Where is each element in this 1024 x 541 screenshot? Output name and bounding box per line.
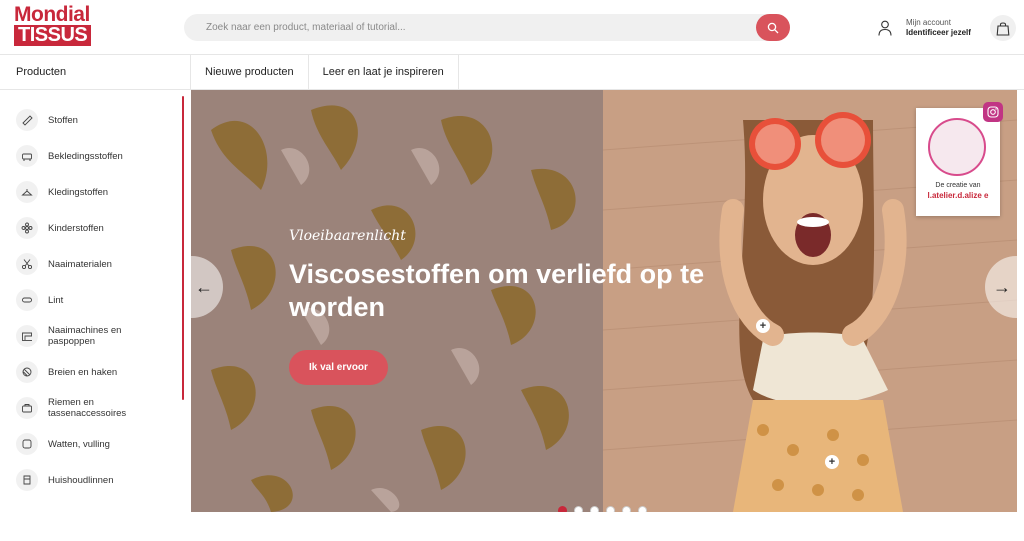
creator-card[interactable]: De creatie van l.atelier.d.alize e: [916, 108, 1000, 216]
hero-title: Viscosestoffen om verliefd op te worden: [289, 259, 705, 322]
creator-avatar: [928, 118, 986, 176]
product-hotspot-top[interactable]: +: [756, 319, 770, 333]
search-icon: [767, 22, 779, 33]
sidebar-item-label: Breien en haken: [48, 366, 118, 378]
products-menu[interactable]: Producten: [16, 55, 66, 90]
sidebar-item-breien[interactable]: Breien en haken: [0, 354, 180, 390]
sofa-icon: [16, 145, 38, 167]
ribbon-icon: [16, 289, 38, 311]
sidebar-item-riemen[interactable]: Riemen en tassenaccessoires: [0, 390, 180, 426]
sidebar-item-label: Lint: [48, 294, 64, 306]
sidebar-scrollbar[interactable]: [182, 96, 184, 400]
carousel-dot[interactable]: [606, 506, 615, 512]
category-sidebar: Stoffen Bekledingsstoffen Kledingstoffen…: [0, 90, 190, 510]
cart-button[interactable]: [990, 15, 1016, 41]
instagram-icon[interactable]: [983, 102, 1003, 122]
hero-kicker: Vloeibaarenlicht: [289, 228, 406, 244]
sidebar-item-label: Naaimachines en paspoppen: [48, 325, 122, 347]
tab-new-products[interactable]: Nieuwe producten: [190, 55, 308, 90]
main-nav: Producten Nieuwe producten Leer en laat …: [0, 55, 1024, 90]
carousel-dot[interactable]: [558, 506, 567, 512]
tab-inspiration[interactable]: Leer en laat je inspireren: [307, 55, 459, 90]
sidebar-item-label: Naaimaterialen: [48, 258, 112, 270]
creator-caption: De creatie van: [935, 182, 981, 189]
carousel-dot[interactable]: [574, 506, 583, 512]
fabric-icon: [16, 109, 38, 131]
towel-icon: [16, 469, 38, 491]
logo-text-bottom: TISSUS: [14, 25, 92, 46]
hero-cta-button[interactable]: Ik val ervoor: [289, 350, 388, 385]
search-button[interactable]: [756, 14, 790, 41]
sidebar-item-naaimaterialen[interactable]: Naaimaterialen: [0, 246, 180, 282]
cushion-icon: [16, 433, 38, 455]
sewing-machine-icon: [16, 325, 38, 347]
sidebar-item-label: Riemen en tassenaccessoires: [48, 397, 127, 419]
site-header: Mondial TISSUS Mijn account Identificeer…: [0, 0, 1024, 55]
arrow-right-icon: →: [993, 276, 1011, 297]
sidebar-item-label: Kledingstoffen: [48, 186, 109, 198]
creator-handle: l.atelier.d.alize e: [927, 191, 989, 200]
flower-icon: [16, 217, 38, 239]
search-input[interactable]: [184, 14, 754, 41]
sidebar-item-watten[interactable]: Watten, vulling: [0, 426, 180, 462]
account-label: Mijn account: [906, 18, 951, 27]
sidebar-item-kinderstoffen[interactable]: Kinderstoffen: [0, 210, 180, 246]
sidebar-item-stoffen[interactable]: Stoffen: [0, 102, 180, 138]
carousel-dot[interactable]: [622, 506, 631, 512]
logo-text-top: Mondial: [14, 3, 90, 26]
carousel-dot[interactable]: [590, 506, 599, 512]
account-link[interactable]: Mijn account Identificeer jezelf: [874, 15, 971, 41]
sidebar-item-label: Bekledingsstoffen: [48, 150, 123, 162]
hanger-icon: [16, 181, 38, 203]
carousel-dot[interactable]: [638, 506, 647, 512]
sidebar-item-label: Kinderstoffen: [48, 222, 104, 234]
shopping-bag-icon: [996, 21, 1010, 36]
hero-carousel: + + ← → Vloeibaarenlicht Viscosestoffen …: [191, 90, 1017, 512]
sidebar-item-bekledingsstoffen[interactable]: Bekledingsstoffen: [0, 138, 180, 174]
sidebar-item-label: Stoffen: [48, 114, 78, 126]
sidebar-item-huishoudlinnen[interactable]: Huishoudlinnen: [0, 462, 180, 498]
user-icon: [874, 17, 896, 39]
product-hotspot-bottom[interactable]: +: [825, 455, 839, 469]
bag-icon: [16, 397, 38, 419]
sidebar-item-lint[interactable]: Lint: [0, 282, 180, 318]
arrow-left-icon: ←: [195, 276, 213, 297]
yarn-icon: [16, 361, 38, 383]
sidebar-item-naaimachines[interactable]: Naaimachines en paspoppen: [0, 318, 180, 354]
logo[interactable]: Mondial TISSUS: [14, 3, 104, 47]
sidebar-item-label: Watten, vulling: [48, 438, 110, 450]
sidebar-item-kledingstoffen[interactable]: Kledingstoffen: [0, 174, 180, 210]
sidebar-item-label: Huishoudlinnen: [48, 474, 114, 486]
scissors-icon: [16, 253, 38, 275]
carousel-pagination: [558, 506, 647, 512]
search-bar: [184, 14, 790, 41]
account-action: Identificeer jezelf: [906, 28, 971, 37]
